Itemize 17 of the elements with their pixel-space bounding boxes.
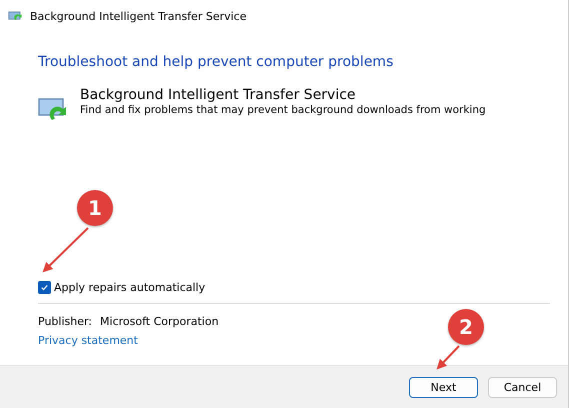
annotation-arrow bbox=[42, 227, 89, 272]
checkbox[interactable] bbox=[38, 281, 51, 294]
cancel-button[interactable]: Cancel bbox=[488, 376, 557, 398]
troubleshooter-description: Find and fix problems that may prevent background downloads from working bbox=[80, 104, 486, 116]
troubleshooter-name: Background Intelligent Transfer Service bbox=[80, 86, 357, 104]
annotation-arrow bbox=[436, 345, 460, 370]
step-badge: 2 bbox=[448, 309, 484, 345]
window-title: Background Intelligent Transfer Service bbox=[30, 10, 246, 22]
transfer-icon bbox=[8, 10, 24, 22]
publisher-value: Microsoft Corporation bbox=[100, 315, 219, 328]
next-button[interactable]: Next bbox=[409, 376, 478, 398]
checkbox-label: Apply repairs automatically bbox=[54, 281, 206, 294]
publisher-label: Publisher: bbox=[38, 315, 92, 328]
step-badge: 1 bbox=[77, 190, 113, 226]
privacy-link[interactable]: Privacy statement bbox=[38, 334, 138, 347]
checkmark-icon bbox=[40, 283, 49, 292]
page-heading: Troubleshoot and help prevent computer problems bbox=[38, 54, 394, 70]
